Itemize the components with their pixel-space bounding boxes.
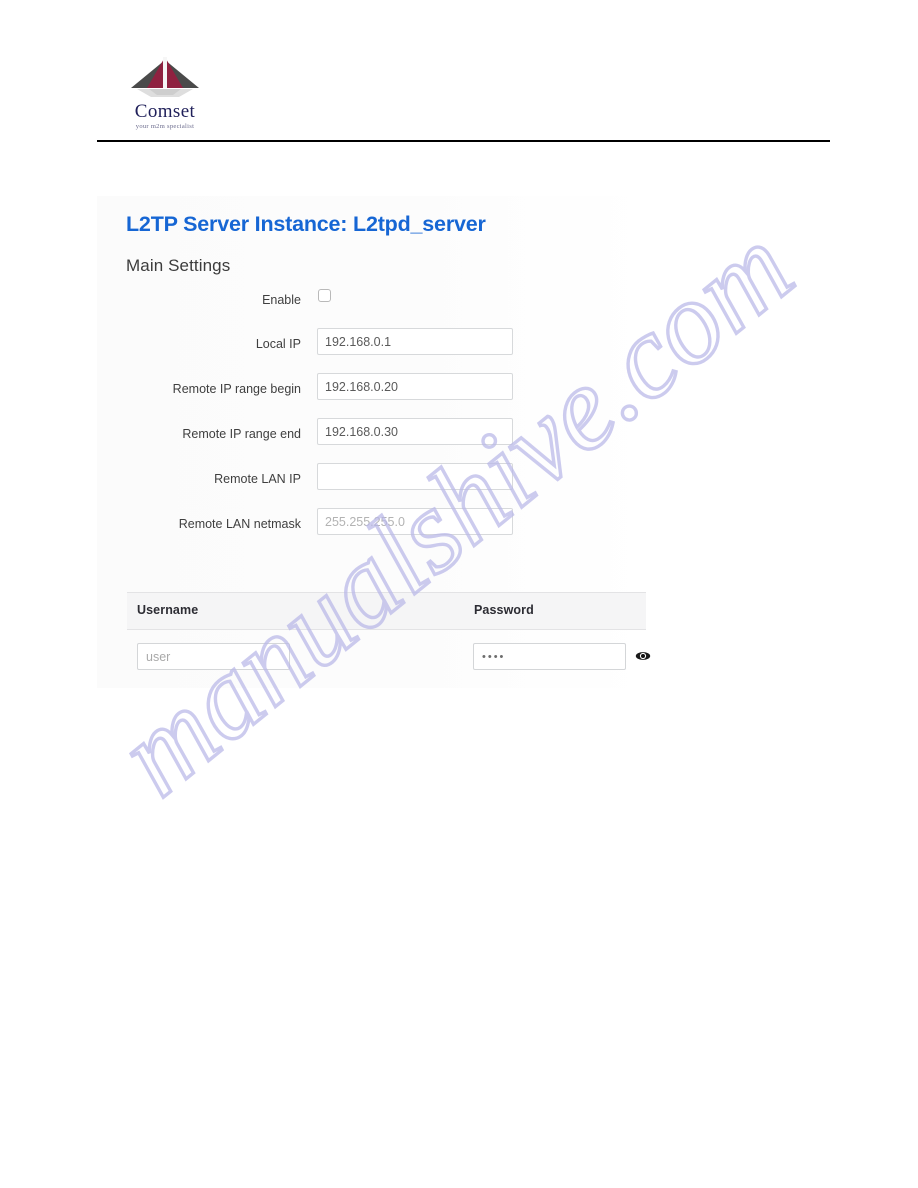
label-enable: Enable (262, 293, 301, 307)
page-header: Comset your m2m specialist (97, 55, 830, 142)
label-remote-lan-netmask: Remote LAN netmask (178, 517, 301, 531)
credentials-table-header: Username Password (127, 592, 646, 630)
label-remote-ip-range-end: Remote IP range end (182, 427, 301, 441)
remote-lan-netmask-input[interactable] (317, 508, 513, 535)
form-row-local-ip: Local IP (97, 328, 650, 373)
comset-logo: Comset your m2m specialist (115, 55, 215, 131)
section-heading-main-settings: Main Settings (126, 256, 231, 275)
eye-icon[interactable] (635, 649, 651, 663)
table-row (127, 630, 651, 686)
label-remote-ip-range-begin: Remote IP range begin (172, 382, 301, 396)
main-settings-form: Enable Local IP Remote IP range begin Re… (97, 288, 650, 553)
label-remote-lan-ip: Remote LAN IP (214, 472, 301, 486)
credentials-table: Username Password (127, 592, 651, 686)
page-title: L2TP Server Instance: L2tpd_server (126, 212, 486, 236)
enable-checkbox[interactable] (318, 289, 331, 302)
form-row-remote-ip-range-end: Remote IP range end (97, 418, 650, 463)
ui-screenshot-panel: L2TP Server Instance: L2tpd_server Main … (97, 196, 651, 688)
form-row-enable: Enable (97, 288, 650, 328)
header-divider (97, 140, 830, 142)
form-row-remote-lan-ip: Remote LAN IP (97, 463, 650, 508)
remote-ip-range-begin-input[interactable] (317, 373, 513, 400)
label-local-ip: Local IP (255, 337, 301, 351)
logo-brand-text: Comset (134, 101, 196, 122)
remote-lan-ip-input[interactable] (317, 463, 513, 490)
column-header-password: Password (474, 603, 534, 617)
local-ip-input[interactable] (317, 328, 513, 355)
logo-tagline-text: your m2m specialist (135, 123, 195, 130)
form-row-remote-lan-netmask: Remote LAN netmask (97, 508, 650, 553)
username-input[interactable] (137, 643, 290, 670)
comset-pyramid-icon (129, 55, 201, 101)
column-header-username: Username (137, 603, 199, 617)
form-row-remote-ip-range-begin: Remote IP range begin (97, 373, 650, 418)
remote-ip-range-end-input[interactable] (317, 418, 513, 445)
password-input[interactable] (473, 643, 626, 670)
